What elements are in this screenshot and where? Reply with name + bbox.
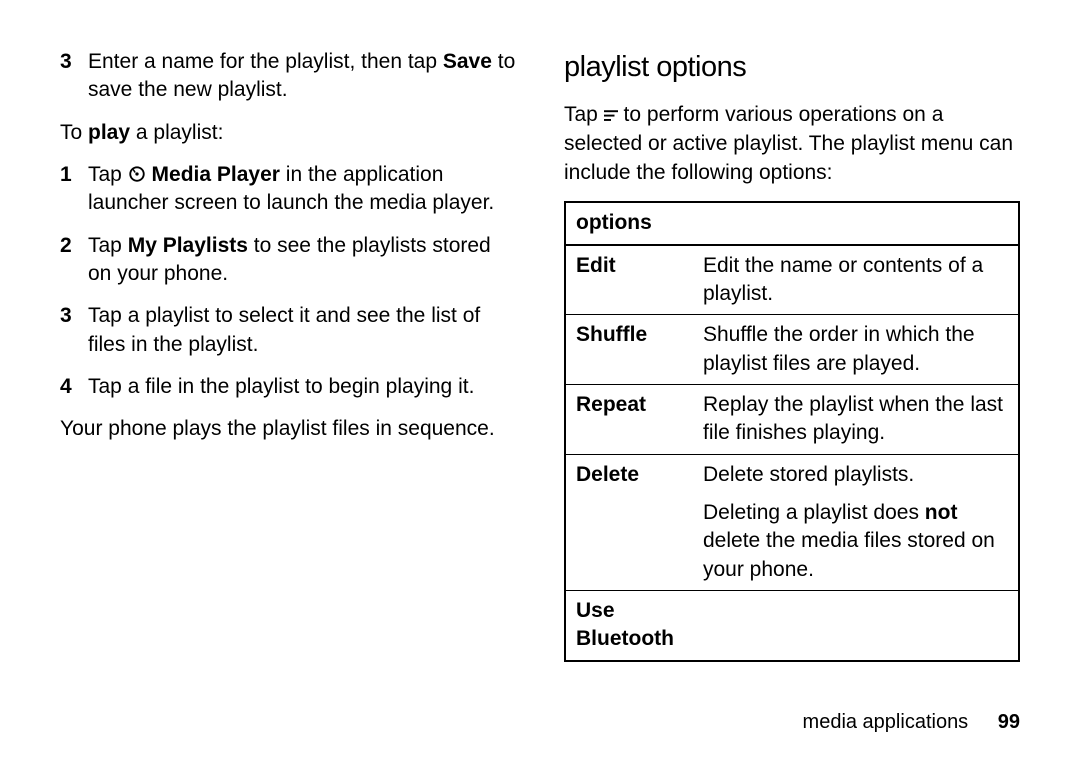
table-row: Delete Delete stored playlists. Deleting… (565, 454, 1019, 590)
my-playlists-label: My Playlists (128, 234, 248, 257)
option-repeat-label: Repeat (565, 384, 693, 454)
section-heading: playlist options (564, 48, 1020, 87)
text: Tap (564, 103, 604, 126)
left-column: 3 Enter a name for the playlist, then ta… (60, 48, 516, 662)
footer-section: media applications (803, 711, 969, 733)
text: To (60, 121, 88, 144)
text: to perform various operations on a selec… (564, 103, 1013, 184)
table-row: Shuffle Shuffle the order in which the p… (565, 315, 1019, 385)
table-row: Use Bluetooth (565, 590, 1019, 660)
delete-desc-1: Delete stored playlists. (703, 461, 1008, 489)
option-delete-label: Delete (565, 454, 693, 590)
table-row: Repeat Replay the playlist when the last… (565, 384, 1019, 454)
text: a playlist: (130, 121, 223, 144)
save-label: Save (443, 50, 492, 73)
delete-desc-2: Deleting a playlist does not delete the … (703, 499, 1008, 584)
play-intro: To play a playlist: (60, 119, 516, 147)
media-player-label: Media Player (146, 163, 280, 186)
option-shuffle-desc: Shuffle the order in which the playlist … (693, 315, 1019, 385)
page-number: 99 (998, 711, 1020, 733)
option-bluetooth-desc (693, 590, 1019, 660)
option-delete-desc: Delete stored playlists. Deleting a play… (693, 454, 1019, 590)
table-header: options (565, 202, 1019, 244)
play-step-2: 2 Tap My Playlists to see the playlists … (60, 232, 516, 289)
text: delete the media files stored on your ph… (703, 529, 995, 580)
create-step-3: 3 Enter a name for the playlist, then ta… (60, 48, 516, 105)
step-number: 3 (60, 302, 88, 359)
text: Tap (88, 234, 128, 257)
step-number: 3 (60, 48, 88, 105)
text: Deleting a playlist does (703, 501, 925, 524)
step-number: 1 (60, 161, 88, 218)
media-player-icon (128, 163, 146, 181)
table-row: Edit Edit the name or contents of a play… (565, 245, 1019, 315)
page-footer: media applications 99 (803, 709, 1020, 736)
options-table: options Edit Edit the name or contents o… (564, 201, 1020, 661)
options-intro: Tap to perform various operations on a s… (564, 101, 1020, 187)
step-number: 4 (60, 373, 88, 401)
text: Enter a name for the playlist, then tap (88, 50, 443, 73)
play-step-4: 4 Tap a file in the playlist to begin pl… (60, 373, 516, 401)
step-body: Tap Media Player in the application laun… (88, 161, 516, 218)
play-outro: Your phone plays the playlist files in s… (60, 415, 516, 443)
right-column: playlist options Tap to perform various … (564, 48, 1020, 662)
option-shuffle-label: Shuffle (565, 315, 693, 385)
option-edit-desc: Edit the name or contents of a playlist. (693, 245, 1019, 315)
text: Tap (88, 163, 128, 186)
step-body: Tap a file in the playlist to begin play… (88, 373, 516, 401)
play-step-3: 3 Tap a playlist to select it and see th… (60, 302, 516, 359)
option-repeat-desc: Replay the playlist when the last file f… (693, 384, 1019, 454)
option-edit-label: Edit (565, 245, 693, 315)
option-bluetooth-label: Use Bluetooth (565, 590, 693, 660)
step-body: Tap My Playlists to see the playlists st… (88, 232, 516, 289)
menu-icon (604, 102, 618, 130)
play-step-1: 1 Tap Media Player in the application la… (60, 161, 516, 218)
play-word: play (88, 121, 130, 144)
step-body: Enter a name for the playlist, then tap … (88, 48, 516, 105)
step-number: 2 (60, 232, 88, 289)
not-word: not (925, 501, 958, 524)
step-body: Tap a playlist to select it and see the … (88, 302, 516, 359)
